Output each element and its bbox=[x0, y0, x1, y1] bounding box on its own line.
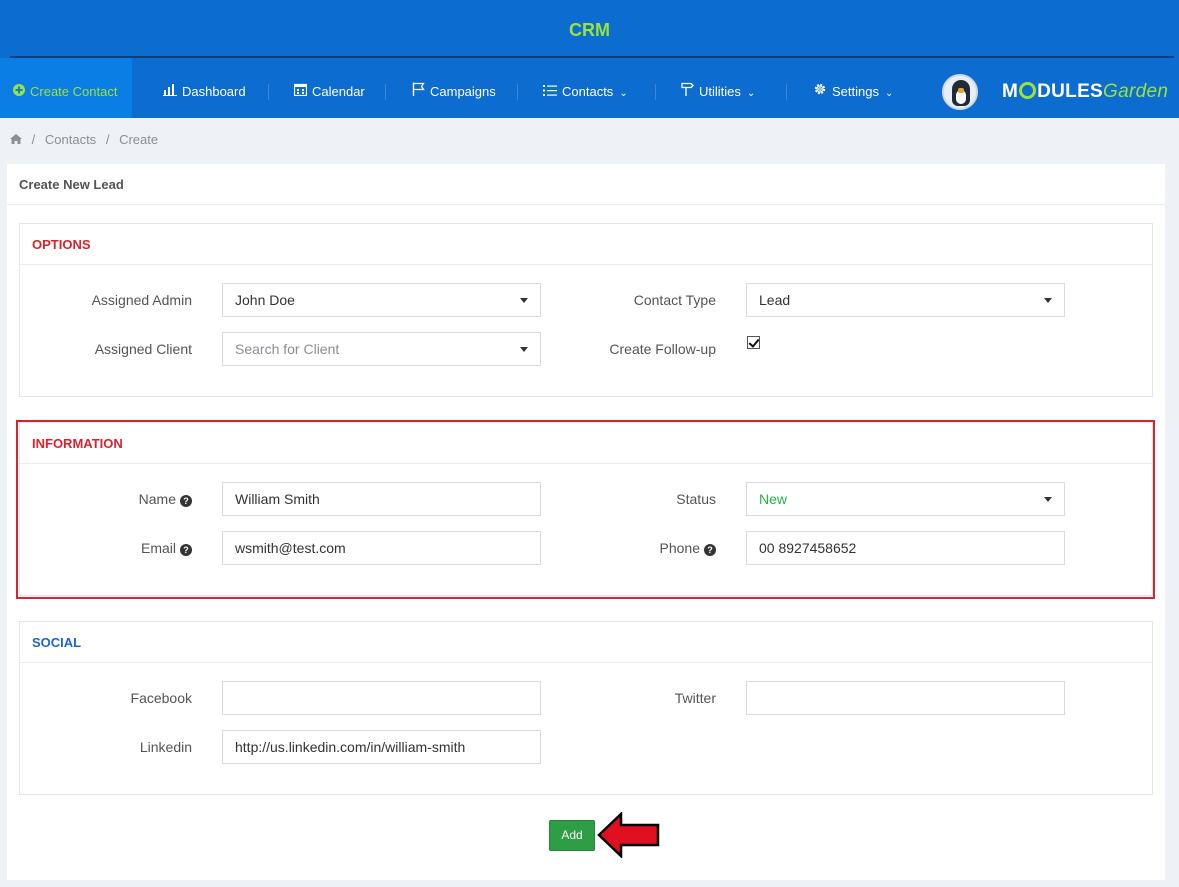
linkedin-label: Linkedin bbox=[139, 739, 192, 755]
nav-separator bbox=[268, 84, 269, 100]
nav-utilities-label: Utilities bbox=[699, 84, 741, 99]
follow-up-label: Create Follow-up bbox=[609, 341, 716, 357]
home-icon[interactable] bbox=[10, 132, 26, 147]
highlight-frame bbox=[16, 420, 1155, 599]
social-section: SOCIAL Facebook Twitter Linkedin http://… bbox=[19, 621, 1153, 795]
dropdown-arrow-icon bbox=[520, 298, 528, 303]
nav-settings[interactable]: Settings ⌄ bbox=[813, 58, 893, 118]
admin-avatar[interactable] bbox=[942, 74, 978, 110]
follow-up-checkbox[interactable] bbox=[747, 336, 760, 349]
modulesgarden-logo: M DULESGarden bbox=[1002, 81, 1169, 102]
assigned-client-label: Assigned Client bbox=[94, 341, 192, 357]
assigned-admin-select[interactable]: John Doe bbox=[222, 283, 541, 317]
options-section: OPTIONS Assigned Admin John Doe Contact … bbox=[19, 223, 1153, 397]
facebook-label: Facebook bbox=[130, 690, 192, 706]
nav-dashboard-label: Dashboard bbox=[182, 84, 246, 99]
flag-icon bbox=[412, 58, 425, 126]
chevron-down-icon: ⌄ bbox=[746, 88, 756, 99]
breadcrumb-separator: / bbox=[31, 132, 36, 147]
breadcrumb-contacts[interactable]: Contacts bbox=[45, 132, 96, 147]
app-brand: CRM bbox=[569, 20, 610, 40]
nav-create-contact-label: Create Contact bbox=[30, 84, 118, 99]
chevron-down-icon: ⌄ bbox=[619, 88, 628, 99]
nav-separator bbox=[517, 84, 518, 100]
linkedin-input[interactable]: http://us.linkedin.com/in/william-smith bbox=[222, 730, 541, 764]
plus-circle-icon bbox=[13, 58, 25, 126]
arrow-left-icon bbox=[597, 812, 660, 858]
breadcrumb-separator: / bbox=[105, 132, 110, 147]
add-button[interactable]: Add bbox=[549, 820, 595, 851]
nav-settings-label: Settings bbox=[832, 84, 879, 99]
breadcrumb-create: Create bbox=[119, 132, 159, 147]
nav-contacts-label: Contacts bbox=[562, 84, 614, 99]
social-title: SOCIAL bbox=[32, 635, 82, 650]
breadcrumb: / Contacts / Create bbox=[10, 132, 164, 150]
nav-utilities[interactable]: Utilities ⌄ bbox=[681, 58, 755, 118]
options-title: OPTIONS bbox=[32, 237, 91, 252]
gear-icon bbox=[813, 58, 827, 126]
nav-dashboard[interactable]: Dashboard bbox=[163, 58, 246, 118]
chevron-down-icon: ⌄ bbox=[884, 88, 894, 99]
logo-ring-icon bbox=[1019, 82, 1037, 99]
nav-contacts[interactable]: Contacts ⌄ bbox=[543, 58, 628, 118]
assigned-admin-label: Assigned Admin bbox=[91, 292, 192, 308]
dropdown-arrow-icon bbox=[1044, 298, 1052, 303]
nav-campaigns[interactable]: Campaigns bbox=[412, 58, 496, 118]
nav-separator bbox=[655, 84, 656, 100]
dropdown-arrow-icon bbox=[520, 347, 528, 352]
signpost-icon bbox=[681, 58, 694, 126]
nav-calendar[interactable]: Calendar bbox=[293, 58, 365, 118]
list-icon bbox=[543, 58, 557, 126]
twitter-input[interactable] bbox=[746, 681, 1065, 715]
bar-chart-icon bbox=[163, 58, 177, 126]
nav-calendar-label: Calendar bbox=[312, 84, 365, 99]
facebook-input[interactable] bbox=[222, 681, 541, 715]
nav-create-contact[interactable]: Create Contact bbox=[0, 58, 132, 118]
page-title: Create New Lead bbox=[19, 177, 124, 192]
top-header: CRM Create Contact Dashboard Calendar Ca… bbox=[0, 0, 1179, 118]
contact-type-select[interactable]: Lead bbox=[746, 283, 1065, 317]
nav-campaigns-label: Campaigns bbox=[430, 84, 496, 99]
assigned-client-select[interactable]: Search for Client bbox=[222, 332, 541, 366]
panel-divider bbox=[7, 204, 1165, 205]
calendar-icon bbox=[293, 58, 308, 126]
twitter-label: Twitter bbox=[674, 690, 716, 706]
nav-separator bbox=[385, 84, 386, 100]
nav-separator bbox=[786, 84, 787, 100]
contact-type-label: Contact Type bbox=[633, 292, 716, 308]
